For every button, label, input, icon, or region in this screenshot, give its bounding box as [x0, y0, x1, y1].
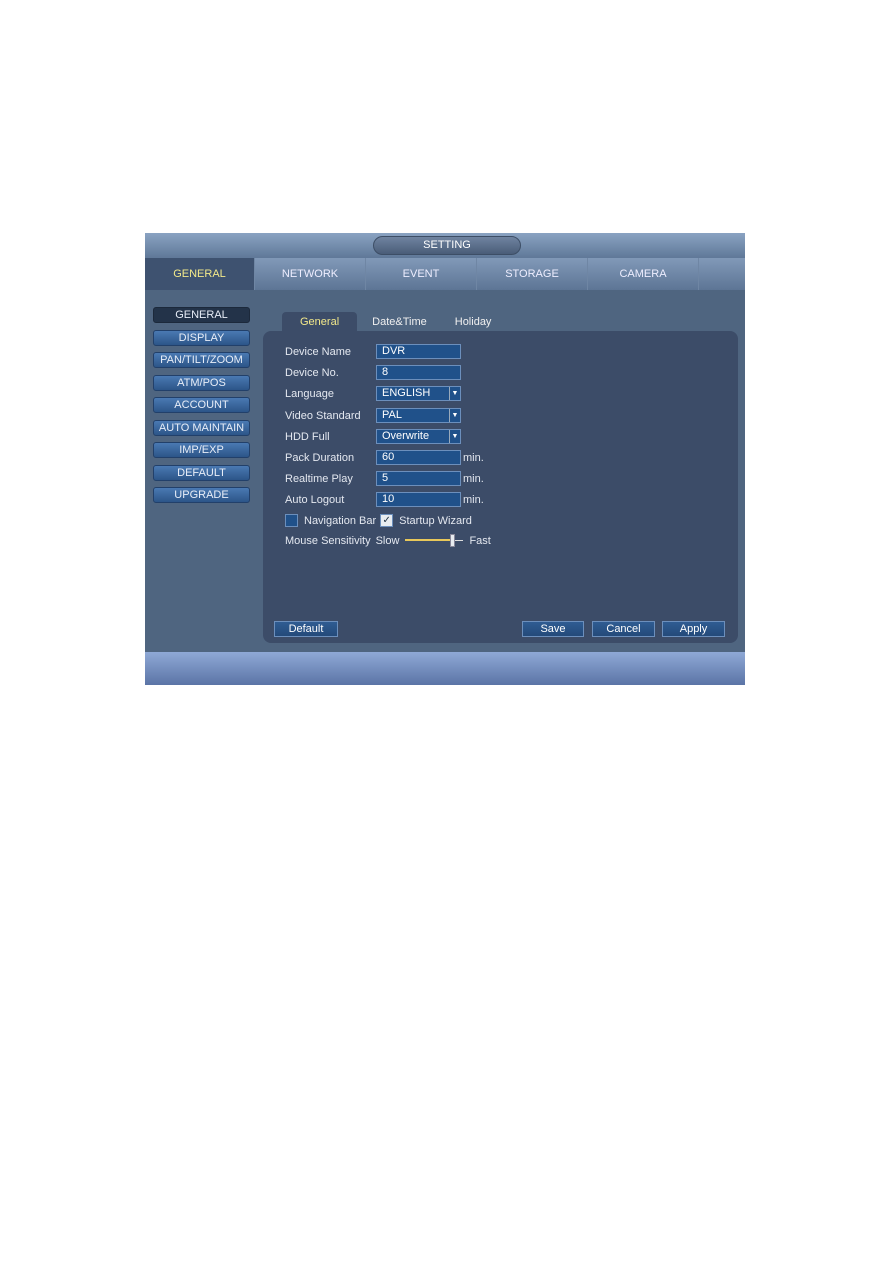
- sidebar-item-auto-maintain[interactable]: AUTO MAINTAIN: [153, 419, 250, 436]
- top-tabs: GENERAL NETWORK EVENT STORAGE CAMERA: [145, 258, 745, 290]
- auto-logout-label: Auto Logout: [285, 493, 345, 506]
- sidebar-item-account[interactable]: ACCOUNT: [153, 397, 250, 413]
- footer-bar: [145, 652, 745, 685]
- sidebar-item-imp-exp[interactable]: IMP/EXP: [153, 442, 250, 458]
- device-name-label: Device Name: [285, 345, 352, 358]
- default-button[interactable]: Default: [274, 621, 338, 637]
- cancel-button[interactable]: Cancel: [592, 621, 655, 637]
- title-bar: SETTING: [145, 233, 745, 258]
- tab-network[interactable]: NETWORK: [255, 258, 366, 290]
- language-label: Language: [285, 387, 334, 400]
- chevron-down-icon[interactable]: ▼: [449, 430, 460, 443]
- device-name-input[interactable]: DVR: [376, 344, 461, 359]
- tab-event[interactable]: EVENT: [366, 258, 477, 290]
- video-standard-value: PAL: [382, 409, 402, 421]
- language-select[interactable]: ENGLISH ▼: [376, 386, 461, 401]
- realtime-play-input[interactable]: 5: [376, 471, 461, 486]
- apply-button[interactable]: Apply: [662, 621, 725, 637]
- general-panel: Device Name DVR Device No. 8 Language ENGLI…: [263, 331, 738, 643]
- sidebar-item-pan-tilt-zoom[interactable]: PAN/TILT/ZOOM: [153, 352, 250, 368]
- mouse-sensitivity-label: Mouse Sensitivity: [285, 534, 371, 547]
- video-standard-label: Video Standard: [285, 409, 361, 422]
- auto-logout-input[interactable]: 10: [376, 492, 461, 507]
- sidebar-item-default[interactable]: DEFAULT: [153, 464, 250, 481]
- hdd-full-value: Overwrite: [382, 430, 430, 442]
- subtab-general[interactable]: General: [282, 312, 358, 331]
- tab-storage[interactable]: STORAGE: [477, 258, 588, 290]
- window-title: SETTING: [373, 236, 521, 255]
- pack-duration-input[interactable]: 60: [376, 450, 461, 465]
- navigation-bar-checkbox[interactable]: [285, 514, 298, 527]
- chevron-down-icon[interactable]: ▼: [449, 409, 460, 422]
- subtab-date-time[interactable]: Date&Time: [359, 312, 440, 331]
- slider-fill: [405, 539, 452, 541]
- sidebar-item-upgrade[interactable]: UPGRADE: [153, 487, 250, 503]
- startup-wizard-label: Startup Wizard: [399, 514, 472, 527]
- sidebar: GENERAL DISPLAY PAN/TILT/ZOOM ATM/POS AC…: [153, 307, 250, 510]
- tab-general[interactable]: GENERAL: [145, 258, 255, 290]
- slow-label: Slow: [375, 534, 400, 547]
- fast-label: Fast: [469, 534, 491, 547]
- chevron-down-icon[interactable]: ▼: [449, 387, 460, 400]
- hdd-full-select[interactable]: Overwrite ▼: [376, 429, 461, 444]
- language-value: ENGLISH: [382, 387, 431, 399]
- sidebar-item-display[interactable]: DISPLAY: [153, 329, 250, 346]
- pack-duration-unit: min.: [463, 451, 484, 464]
- sidebar-item-general[interactable]: GENERAL: [153, 307, 250, 323]
- pack-duration-label: Pack Duration: [285, 451, 355, 464]
- navigation-bar-label: Navigation Bar: [304, 514, 377, 527]
- device-no-input[interactable]: 8: [376, 365, 461, 380]
- auto-logout-unit: min.: [463, 493, 484, 506]
- hdd-full-label: HDD Full: [285, 430, 330, 443]
- video-standard-select[interactable]: PAL ▼: [376, 408, 461, 423]
- startup-wizard-checkbox[interactable]: ✓: [380, 514, 394, 527]
- subtab-holiday[interactable]: Holiday: [442, 312, 505, 331]
- device-no-label: Device No.: [285, 366, 339, 379]
- sub-tabs: General Date&Time Holiday: [282, 312, 506, 331]
- mouse-sensitivity-slider[interactable]: [405, 534, 464, 547]
- realtime-play-unit: min.: [463, 472, 484, 485]
- save-button[interactable]: Save: [522, 621, 584, 637]
- realtime-play-label: Realtime Play: [285, 472, 353, 485]
- sidebar-item-atm-pos[interactable]: ATM/POS: [153, 374, 250, 391]
- settings-window: SETTING GENERAL NETWORK EVENT STORAGE CA…: [145, 233, 745, 685]
- tab-camera[interactable]: CAMERA: [588, 258, 699, 290]
- slider-handle[interactable]: [449, 534, 455, 547]
